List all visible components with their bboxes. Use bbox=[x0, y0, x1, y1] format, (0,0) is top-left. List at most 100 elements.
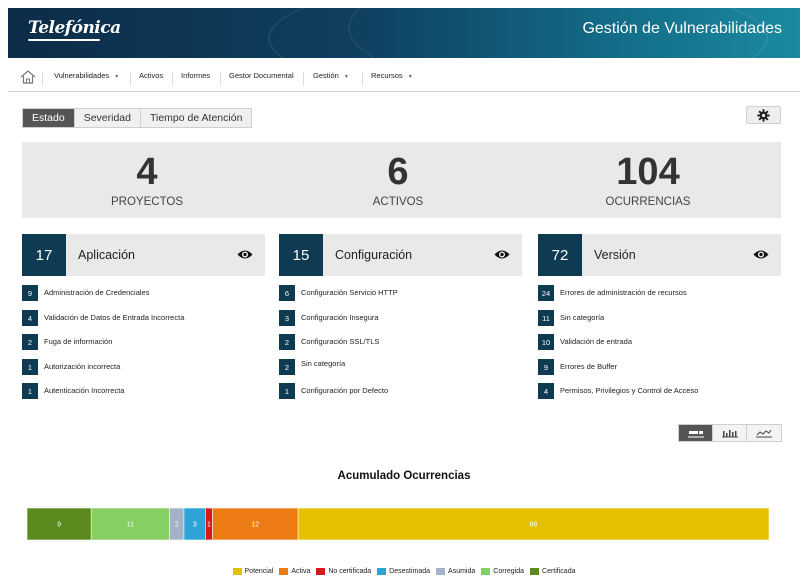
view-tabs: Estado Severidad Tiempo de Atención bbox=[22, 108, 253, 128]
category-name: Versión bbox=[594, 248, 636, 262]
bar-data-label: 2 bbox=[175, 522, 179, 529]
nav-label: Gestión bbox=[313, 71, 339, 80]
bar-data-label: 3 bbox=[193, 522, 197, 529]
legend-item[interactable]: Asumida bbox=[436, 568, 475, 575]
legend-label: No certificada bbox=[328, 568, 372, 575]
item-label: Sin categoría bbox=[301, 359, 346, 368]
legend-swatch bbox=[436, 568, 446, 575]
stat-proyectos[interactable]: 4 PROYECTOS bbox=[47, 152, 247, 208]
main-nav: Vulnerabilidades ▾ Activos Informes Gesto… bbox=[8, 66, 800, 92]
nav-activos[interactable]: Activos bbox=[139, 71, 163, 80]
legend-label: Potencial bbox=[244, 568, 274, 575]
chart-type-toggle bbox=[678, 424, 782, 442]
item-count: 2 bbox=[279, 334, 295, 350]
stacked-bar-button[interactable] bbox=[679, 425, 713, 441]
header-banner: Telefónica Gestión de Vulnerabilidades bbox=[8, 8, 800, 58]
category-count: 17 bbox=[22, 234, 66, 276]
legend-swatch bbox=[530, 568, 540, 575]
stat-value: 6 bbox=[387, 151, 409, 193]
item-label: Autorización incorrecta bbox=[44, 362, 121, 371]
item-count: 4 bbox=[22, 310, 38, 326]
item-label: Autenticación Incorrecta bbox=[44, 386, 125, 395]
item-label: Permisos, Privilegios y Control de Acces… bbox=[560, 386, 699, 395]
category-version-header[interactable]: 72 Versión bbox=[538, 234, 781, 276]
item-count: 2 bbox=[22, 334, 38, 350]
nav-divider bbox=[220, 72, 221, 86]
legend-item[interactable]: Corregida bbox=[481, 568, 524, 575]
item-count: 24 bbox=[538, 285, 554, 301]
nav-label: Activos bbox=[139, 71, 164, 80]
nav-gestion[interactable]: Gestión ▾ bbox=[313, 71, 348, 80]
telefonica-logo[interactable]: Telefónica bbox=[28, 18, 121, 38]
legend-label: Asumida bbox=[448, 568, 476, 575]
legend-label: Activa bbox=[291, 568, 311, 575]
legend-item[interactable]: Certificada bbox=[530, 568, 575, 575]
nav-divider bbox=[42, 72, 43, 86]
settings-button[interactable] bbox=[746, 106, 781, 124]
stat-value: 4 bbox=[136, 151, 158, 193]
bar-chart-icon bbox=[721, 429, 738, 437]
category-count: 15 bbox=[279, 234, 323, 276]
stacked-bar-chart: 9 11 2 3 1 12 66 bbox=[27, 508, 769, 540]
chevron-down-icon: ▾ bbox=[344, 74, 348, 80]
item-count: 1 bbox=[22, 383, 38, 399]
tab-tiempo-atencion[interactable]: Tiempo de Atención bbox=[140, 109, 252, 127]
nav-recursos[interactable]: Recursos ▾ bbox=[371, 71, 412, 80]
nav-label: Recursos bbox=[371, 71, 403, 80]
legend-swatch bbox=[279, 568, 289, 575]
item-label: Configuración Servicio HTTP bbox=[301, 288, 398, 297]
item-label: Errores de Buffer bbox=[560, 362, 617, 371]
category-name: Aplicación bbox=[78, 248, 135, 262]
app-title: Gestión de Vulnerabilidades bbox=[582, 20, 782, 37]
legend-item[interactable]: Activa bbox=[279, 568, 310, 575]
legend-swatch bbox=[377, 568, 387, 575]
legend-label: Desestimada bbox=[389, 568, 431, 575]
category-name: Configuración bbox=[335, 248, 413, 262]
line-chart-button[interactable] bbox=[747, 425, 781, 441]
bar-data-label: 12 bbox=[251, 522, 259, 529]
item-label: Validación de entrada bbox=[560, 337, 632, 346]
stat-ocurrencias[interactable]: 104 OCURRENCIAS bbox=[548, 152, 748, 208]
nav-label: Vulnerabilidades bbox=[54, 71, 110, 80]
item-count: 3 bbox=[279, 310, 295, 326]
legend-swatch bbox=[316, 568, 326, 575]
nav-informes[interactable]: Informes bbox=[181, 71, 210, 80]
nav-vulnerabilidades[interactable]: Vulnerabilidades ▾ bbox=[54, 71, 118, 80]
nav-divider bbox=[303, 72, 304, 86]
item-label: Configuración SSL/TLS bbox=[301, 337, 380, 346]
legend-item[interactable]: Desestimada bbox=[377, 568, 430, 575]
line-chart-icon bbox=[756, 429, 772, 437]
item-count: 10 bbox=[538, 334, 554, 350]
eye-icon[interactable] bbox=[753, 249, 769, 260]
item-label: Administración de Credenciales bbox=[44, 288, 150, 297]
stacked-bar-icon bbox=[687, 429, 704, 437]
tab-severidad[interactable]: Severidad bbox=[74, 109, 141, 127]
legend-item[interactable]: Potencial bbox=[232, 568, 274, 575]
eye-icon[interactable] bbox=[494, 249, 510, 260]
item-label: Sin categoría bbox=[560, 313, 605, 322]
item-label: Errores de administración de recursos bbox=[560, 288, 687, 297]
logo-underline bbox=[28, 39, 100, 41]
nav-divider bbox=[130, 72, 131, 86]
item-count: 9 bbox=[538, 359, 554, 375]
home-icon[interactable] bbox=[20, 70, 36, 84]
stat-activos[interactable]: 6 ACTIVOS bbox=[298, 152, 498, 208]
category-aplicacion-header[interactable]: 17 Aplicación bbox=[22, 234, 265, 276]
item-label: Configuración Insegura bbox=[301, 313, 379, 322]
stat-value: 104 bbox=[616, 151, 680, 193]
item-count: 1 bbox=[22, 359, 38, 375]
item-label: Fuga de información bbox=[44, 337, 113, 346]
nav-gestor-documental[interactable]: Gestor Documental bbox=[229, 71, 294, 80]
legend-label: Certificada bbox=[542, 568, 576, 575]
tab-estado[interactable]: Estado bbox=[23, 109, 75, 127]
category-configuracion-header[interactable]: 15 Configuración bbox=[279, 234, 522, 276]
chevron-down-icon: ▾ bbox=[115, 74, 119, 80]
nav-divider bbox=[362, 72, 363, 86]
bar-chart-button[interactable] bbox=[713, 425, 747, 441]
gear-icon bbox=[757, 108, 770, 122]
legend-item[interactable]: No certificada bbox=[316, 568, 371, 575]
nav-label: Gestor Documental bbox=[229, 71, 294, 80]
item-count: 2 bbox=[279, 359, 295, 375]
category-count: 72 bbox=[538, 234, 582, 276]
eye-icon[interactable] bbox=[237, 249, 253, 260]
